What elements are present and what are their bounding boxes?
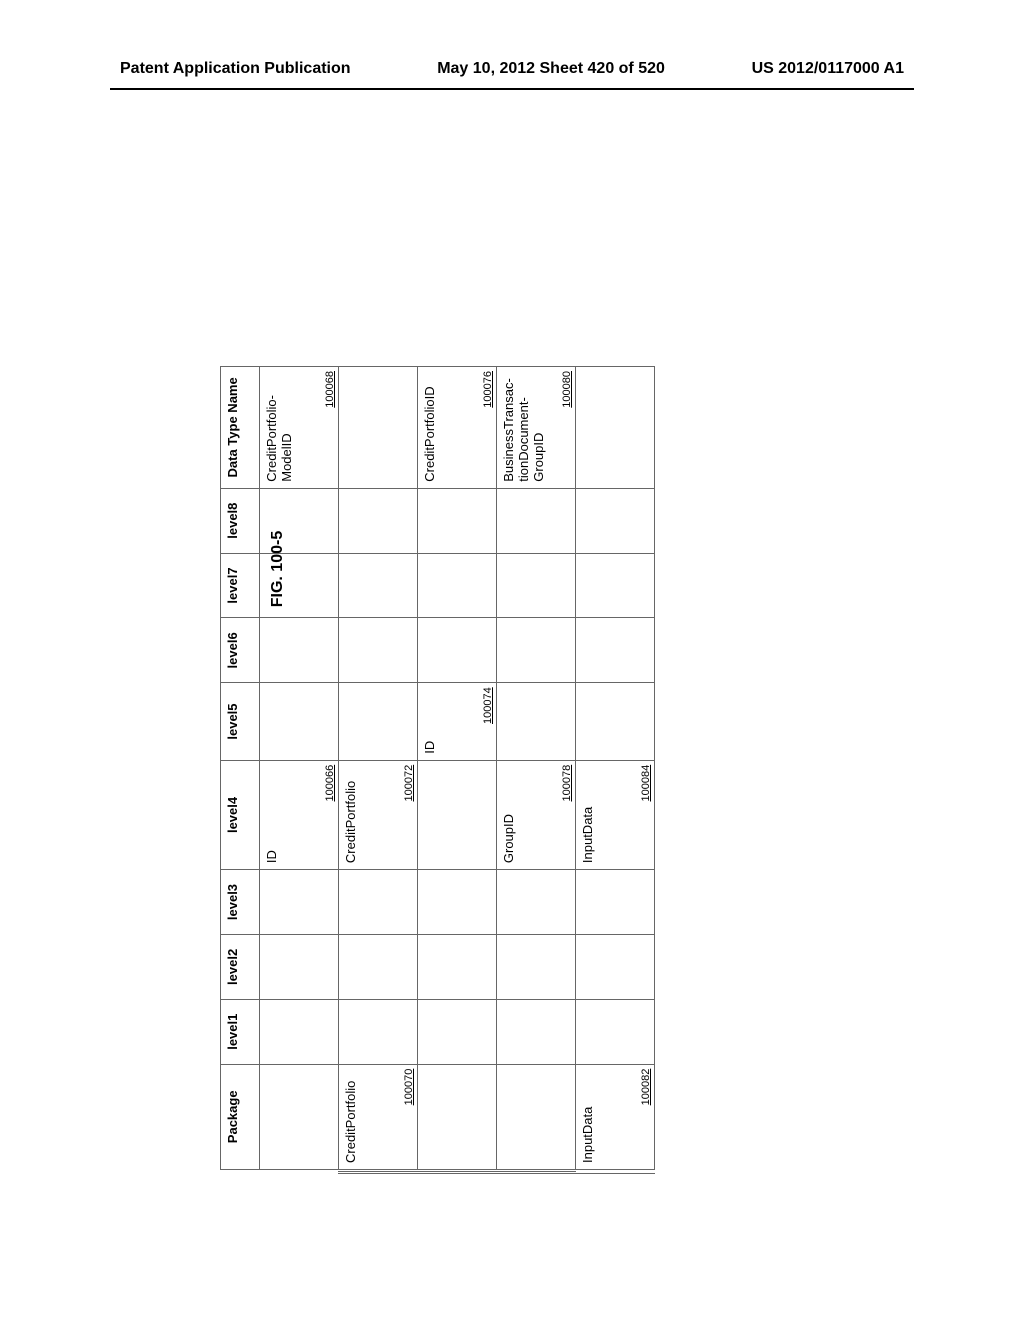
cell-level8 (418, 488, 497, 553)
table-row: InputData 100082 InputData 100084 (576, 367, 655, 1170)
cell-level3 (497, 870, 576, 935)
ref-number: 100066 (324, 765, 336, 802)
header-level4: level4 (221, 760, 260, 869)
cell-level7 (576, 553, 655, 618)
cell-level6 (339, 618, 418, 683)
header-level6: level6 (221, 618, 260, 683)
ref-number: 100082 (640, 1069, 652, 1106)
header-level3: level3 (221, 870, 260, 935)
cell-level6 (418, 618, 497, 683)
table-header-row: Package level1 level2 level3 level4 leve… (221, 367, 260, 1170)
header-level1: level1 (221, 999, 260, 1064)
cell-level8 (497, 488, 576, 553)
cell-package (418, 1064, 497, 1169)
table-row: GroupID 100078 BusinessTransac-tionDocum… (497, 367, 576, 1170)
header-divider (110, 88, 914, 90)
cell-level4 (418, 760, 497, 869)
ref-number: 100078 (561, 765, 573, 802)
cell-level1 (576, 999, 655, 1064)
header-right: US 2012/0117000 A1 (752, 60, 904, 78)
header-level7: level7 (221, 553, 260, 618)
cell-level7 (260, 553, 339, 618)
cell-package (260, 1064, 339, 1169)
header-left: Patent Application Publication (120, 60, 351, 78)
cell-dtn (576, 367, 655, 489)
ref-number: 100070 (403, 1069, 415, 1106)
header-level8: level8 (221, 488, 260, 553)
cell-level8 (339, 488, 418, 553)
cell-level7 (497, 553, 576, 618)
cell-level8 (576, 488, 655, 553)
ref-number: 100072 (403, 765, 415, 802)
cell-package: CreditPortfolio 100070 (339, 1064, 418, 1169)
data-table: Package level1 level2 level3 level4 leve… (220, 366, 655, 1170)
ref-number: 100076 (482, 371, 494, 408)
cell-level2 (418, 934, 497, 999)
ref-number: 100080 (561, 371, 573, 408)
cell-dtn: BusinessTransac-tionDocument-GroupID 100… (497, 367, 576, 489)
cell-level4: GroupID 100078 (497, 760, 576, 869)
cell-dtn: CreditPortfolioID 100076 (418, 367, 497, 489)
cell-level2 (339, 934, 418, 999)
cell-level6 (260, 618, 339, 683)
table-row: ID 100066 CreditPortfolio-ModelID 100068 (260, 367, 339, 1170)
cell-level5: ID 100074 (418, 683, 497, 761)
cell-level2 (576, 934, 655, 999)
cell-level3 (576, 870, 655, 935)
cell-level6 (576, 618, 655, 683)
cell-dtn: CreditPortfolio-ModelID 100068 (260, 367, 339, 489)
cell-level4: ID 100066 (260, 760, 339, 869)
cell-level4: CreditPortfolio 100072 (339, 760, 418, 869)
header-center: May 10, 2012 Sheet 420 of 520 (437, 60, 665, 78)
cell-level5 (260, 683, 339, 761)
cell-level5 (576, 683, 655, 761)
header-level5: level5 (221, 683, 260, 761)
cell-package (497, 1064, 576, 1169)
cell-level1 (260, 999, 339, 1064)
cell-dtn (339, 367, 418, 489)
header-package: Package (221, 1064, 260, 1169)
cell-level7 (418, 553, 497, 618)
cell-level7 (339, 553, 418, 618)
cell-level4: InputData 100084 (576, 760, 655, 869)
cell-level2 (497, 934, 576, 999)
table-row: CreditPortfolio 100070 CreditPortfolio 1… (339, 367, 418, 1170)
table-row: ID 100074 CreditPortfolioID 100076 (418, 367, 497, 1170)
ref-number: 100068 (324, 371, 336, 408)
cell-level1 (418, 999, 497, 1064)
cell-level5 (339, 683, 418, 761)
header-datatypename: Data Type Name (221, 367, 260, 489)
ref-number: 100074 (482, 687, 494, 724)
cell-level2 (260, 934, 339, 999)
ref-number: 100084 (640, 765, 652, 802)
page-header: Patent Application Publication May 10, 2… (0, 0, 1024, 88)
cell-level6 (497, 618, 576, 683)
cell-package: InputData 100082 (576, 1064, 655, 1169)
cell-level3 (260, 870, 339, 935)
header-level2: level2 (221, 934, 260, 999)
cell-level1 (339, 999, 418, 1064)
cell-level5 (497, 683, 576, 761)
cell-level3 (418, 870, 497, 935)
cell-level3 (339, 870, 418, 935)
cell-level1 (497, 999, 576, 1064)
cell-level8 (260, 488, 339, 553)
